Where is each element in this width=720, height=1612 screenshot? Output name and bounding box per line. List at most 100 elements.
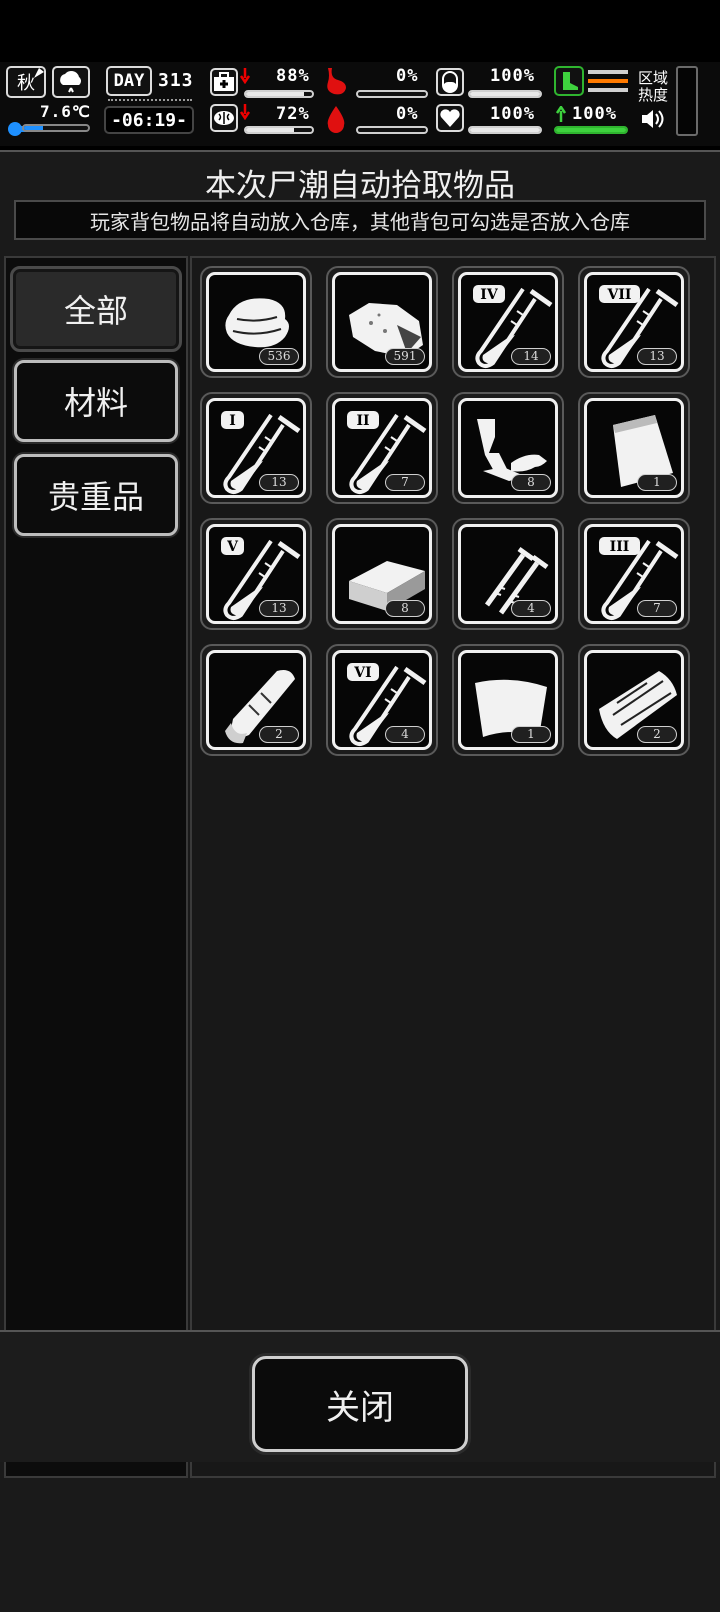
item-frame: 4 — [458, 524, 558, 624]
item-count: 4 — [385, 726, 425, 743]
mood-value: 72% — [276, 104, 310, 124]
mood-bar — [244, 126, 314, 134]
pill-icon — [442, 71, 458, 93]
close-button[interactable]: 关闭 — [252, 1356, 468, 1452]
item-frame: V 13 — [206, 524, 306, 624]
panel-title: 本次尸潮自动拾取物品 — [205, 168, 515, 204]
item-count: 2 — [637, 726, 677, 743]
mood-icon-box — [210, 104, 238, 132]
water-drop-icon — [327, 106, 345, 133]
item-slot[interactable]: 2 — [200, 644, 312, 756]
hunger-value: 0% — [396, 66, 419, 86]
zone-heat-meter — [676, 66, 698, 136]
day-number: 313 — [158, 70, 194, 91]
svg-text:VI: VI — [353, 665, 371, 681]
item-frame: 8 — [332, 524, 432, 624]
item-slot[interactable]: 8 — [452, 392, 564, 504]
item-frame: IV 14 — [458, 272, 558, 372]
item-frame: 1 — [458, 650, 558, 750]
medkit-icon — [214, 72, 234, 91]
item-slot[interactable]: VII 13 — [578, 266, 690, 378]
health-value: 88% — [276, 66, 310, 86]
category-sidebar: 全部 材料 贵重品 — [4, 256, 188, 1478]
clock-time: -06:19- — [111, 109, 187, 131]
tab-materials[interactable]: 材料 — [14, 360, 178, 442]
svg-text:IV: IV — [480, 287, 499, 303]
down-arrow-icon — [240, 104, 250, 120]
item-slot[interactable]: 1 — [578, 392, 690, 504]
stamina-icon-box — [554, 66, 584, 96]
down-arrow-icon — [240, 68, 250, 84]
item-slot[interactable]: IV 14 — [452, 266, 564, 378]
clock-display: -06:19- — [104, 106, 194, 134]
item-slot[interactable]: 8 — [326, 518, 438, 630]
stamina-bar — [554, 126, 628, 134]
item-frame: 2 — [584, 650, 684, 750]
item-slot[interactable]: 2 — [578, 644, 690, 756]
item-slot[interactable]: 591 — [326, 266, 438, 378]
item-slot[interactable]: V 13 — [200, 518, 312, 630]
item-count: 14 — [511, 348, 551, 365]
close-button-label: 关闭 — [326, 1387, 394, 1428]
time-divider — [108, 99, 192, 102]
item-slot[interactable]: 4 — [452, 518, 564, 630]
speaker-icon[interactable] — [640, 108, 666, 130]
thirst-bar — [356, 126, 428, 134]
item-count: 13 — [637, 348, 677, 365]
panel-footer: 关闭 — [0, 1330, 720, 1462]
item-slot[interactable]: I 13 — [200, 392, 312, 504]
item-count: 7 — [637, 600, 677, 617]
temperature-stripes — [588, 70, 628, 94]
item-slot[interactable]: VI 4 — [326, 644, 438, 756]
item-frame: III 7 — [584, 524, 684, 624]
tab-all[interactable]: 全部 — [10, 266, 182, 352]
svg-text:III: III — [610, 539, 630, 555]
tab-label: 材料 — [63, 384, 128, 422]
item-count: 591 — [385, 348, 425, 365]
svg-text:V: V — [226, 539, 239, 555]
item-count: 13 — [259, 474, 299, 491]
up-arrow-icon — [556, 106, 566, 122]
item-count: 4 — [511, 600, 551, 617]
heart-value: 100% — [490, 104, 535, 124]
health-icon-box — [210, 68, 238, 96]
status-hud: 秋 7.6℃ DAY 313 -06:19- 88% 72% 0% 0% 100… — [0, 62, 720, 146]
season-badge: 秋 — [6, 66, 46, 98]
item-count: 8 — [511, 474, 551, 491]
item-count: 7 — [385, 474, 425, 491]
item-frame: II 7 — [332, 398, 432, 498]
item-frame: I 13 — [206, 398, 306, 498]
item-count: 536 — [259, 348, 299, 365]
item-slot[interactable]: II 7 — [326, 392, 438, 504]
item-frame: 536 — [206, 272, 306, 372]
item-slot[interactable]: 536 — [200, 266, 312, 378]
zone-heat-label: 区域热度 — [638, 69, 669, 104]
item-frame: 591 — [332, 272, 432, 372]
heart-bar — [468, 126, 542, 134]
day-badge: DAY — [106, 66, 152, 96]
item-count: 1 — [511, 726, 551, 743]
svg-text:II: II — [356, 413, 369, 429]
cloud-rain-icon — [60, 70, 81, 93]
item-count: 1 — [637, 474, 677, 491]
leaf-icon — [34, 68, 44, 78]
svg-text:VII: VII — [607, 287, 632, 303]
tab-label: 全部 — [63, 292, 128, 330]
brain-icon — [214, 111, 234, 125]
weather-badge — [52, 66, 90, 98]
boot-icon — [563, 72, 578, 90]
panel-subtitle-text: 玩家背包物品将自动放入仓库，其他背包可勾选是否放入仓库 — [90, 209, 630, 234]
svg-text:I: I — [229, 413, 236, 429]
item-count: 8 — [385, 600, 425, 617]
item-slot[interactable]: III 7 — [578, 518, 690, 630]
item-frame: 2 — [206, 650, 306, 750]
energy-bar — [468, 90, 542, 98]
stamina-value: 100% — [572, 104, 617, 124]
item-count: 13 — [259, 600, 299, 617]
item-frame: VII 13 — [584, 272, 684, 372]
item-grid: 536 591 IV 14 VII 13 I 13 II 7 8 1 V 13 8 4 III 7 2 VI 4 1 2 — [190, 256, 716, 1478]
hunger-bar — [356, 90, 428, 98]
tab-valuables[interactable]: 贵重品 — [14, 454, 178, 536]
health-bar — [244, 90, 314, 98]
item-slot[interactable]: 1 — [452, 644, 564, 756]
